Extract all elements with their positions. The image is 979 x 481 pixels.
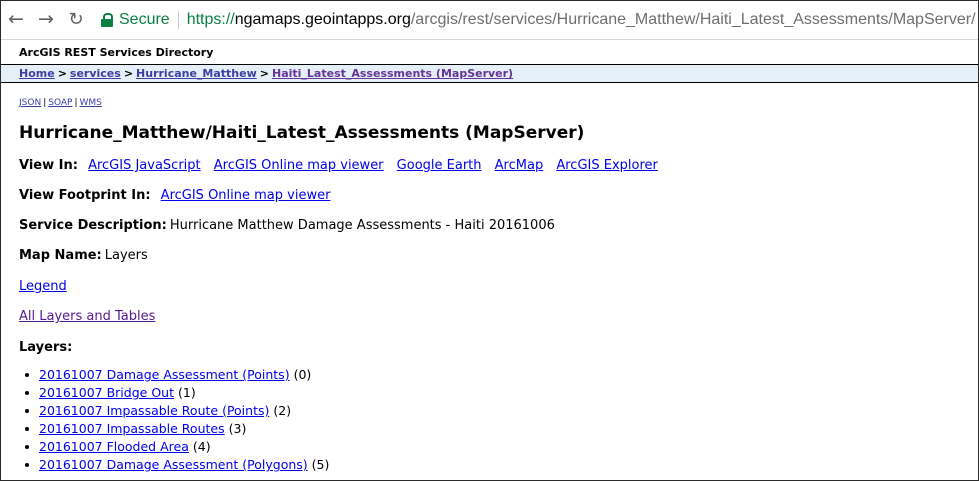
address-bar[interactable]: Secure https://ngamaps.geointapps.org/ar… xyxy=(97,7,977,33)
service-description-text: Hurricane Matthew Damage Assessments - H… xyxy=(169,218,555,233)
layer-id: (3) xyxy=(228,421,247,436)
layer-link[interactable]: 20161007 Bridge Out xyxy=(39,385,174,400)
layer-list: 20161007 Damage Assessment (Points) (0) 2… xyxy=(25,366,330,474)
service-description-label: Service Description: xyxy=(19,218,167,233)
list-item: 20161007 Damage Assessment (Polygons) (5) xyxy=(25,456,330,474)
url-scheme: https:// xyxy=(186,11,235,28)
view-in-arcgis-online-link[interactable]: ArcGIS Online map viewer xyxy=(214,158,384,173)
legend-row: Legend xyxy=(19,279,76,294)
breadcrumb-current-service[interactable]: Haiti_Latest_Assessments (MapServer) xyxy=(272,67,513,80)
forward-arrow-icon[interactable]: → xyxy=(35,7,57,31)
all-layers-and-tables-link[interactable]: All Layers and Tables xyxy=(19,309,155,324)
json-link[interactable]: JSON xyxy=(19,98,41,108)
url-path: /arcgis/rest/services/Hurricane_Matthew/… xyxy=(410,11,976,28)
all-layers-row: All Layers and Tables xyxy=(19,309,164,324)
list-item: 20161007 Flooded Area (4) xyxy=(25,438,329,456)
map-name-row: Map Name: Layers xyxy=(19,248,148,263)
list-item: 20161007 Bridge Out (1) xyxy=(25,384,329,402)
view-in-arcgis-explorer-link[interactable]: ArcGIS Explorer xyxy=(556,158,658,173)
view-in-label: View In: xyxy=(19,158,78,173)
map-name-label: Map Name: xyxy=(19,248,102,263)
layer-id: (4) xyxy=(192,439,211,454)
browser-toolbar: ← → ↻ Secure https://ngamaps.geointapps.… xyxy=(1,1,978,40)
soap-link[interactable]: SOAP xyxy=(48,98,72,108)
page-title: Hurricane_Matthew/Haiti_Latest_Assessmen… xyxy=(19,123,585,143)
directory-title: ArcGIS REST Services Directory xyxy=(19,46,214,59)
layer-link[interactable]: 20161007 Flooded Area xyxy=(39,439,189,454)
omnibox-divider xyxy=(177,11,179,29)
layer-id: (2) xyxy=(273,403,292,418)
legend-link[interactable]: Legend xyxy=(19,279,67,294)
secure-label: Secure xyxy=(119,11,170,28)
layer-link[interactable]: 20161007 Damage Assessment (Polygons) xyxy=(39,457,308,472)
breadcrumb-hurricane-matthew[interactable]: Hurricane_Matthew xyxy=(136,67,257,80)
view-in-google-earth-link[interactable]: Google Earth xyxy=(397,158,482,173)
list-item: 20161007 Impassable Route (Points) (2) xyxy=(25,402,329,420)
layer-id: (0) xyxy=(293,367,312,382)
view-footprint-row: View Footprint In: ArcGIS Online map vie… xyxy=(19,188,339,203)
view-in-row: View In: ArcGIS JavaScript ArcGIS Online… xyxy=(19,158,667,173)
view-in-arcgis-javascript-link[interactable]: ArcGIS JavaScript xyxy=(88,158,201,173)
url-host: ngamaps.geointapps.org xyxy=(234,11,411,28)
breadcrumb-home[interactable]: Home xyxy=(19,67,55,80)
list-item: 20161007 Impassable Routes (3) xyxy=(25,420,329,438)
footprint-arcgis-online-link[interactable]: ArcGIS Online map viewer xyxy=(161,188,331,203)
back-arrow-icon[interactable]: ← xyxy=(5,7,27,31)
layer-link[interactable]: 20161007 Impassable Route (Points) xyxy=(39,403,269,418)
reload-icon[interactable]: ↻ xyxy=(65,7,87,31)
layer-link[interactable]: 20161007 Damage Assessment (Points) xyxy=(39,367,290,382)
breadcrumb: Home > services > Hurricane_Matthew > Haiti_La… xyxy=(1,64,978,83)
layers-heading: Layers: xyxy=(19,340,73,355)
lock-icon xyxy=(101,13,113,27)
list-item: 20161007 Damage Assessment (Points) (0) xyxy=(25,366,329,384)
map-name-value: Layers xyxy=(104,248,148,263)
wms-link[interactable]: WMS xyxy=(80,98,102,108)
breadcrumb-services[interactable]: services xyxy=(70,67,121,80)
view-in-arcmap-link[interactable]: ArcMap xyxy=(495,158,544,173)
format-links: JSON | SOAP | WMS xyxy=(19,98,102,108)
browser-window: ← → ↻ Secure https://ngamaps.geointapps.… xyxy=(0,0,979,481)
service-description-row: Service Description: Hurricane Matthew Da… xyxy=(19,218,555,233)
layer-id: (5) xyxy=(311,457,330,472)
layer-link[interactable]: 20161007 Impassable Routes xyxy=(39,421,225,436)
view-footprint-label: View Footprint In: xyxy=(19,188,151,203)
layer-id: (1) xyxy=(177,385,196,400)
